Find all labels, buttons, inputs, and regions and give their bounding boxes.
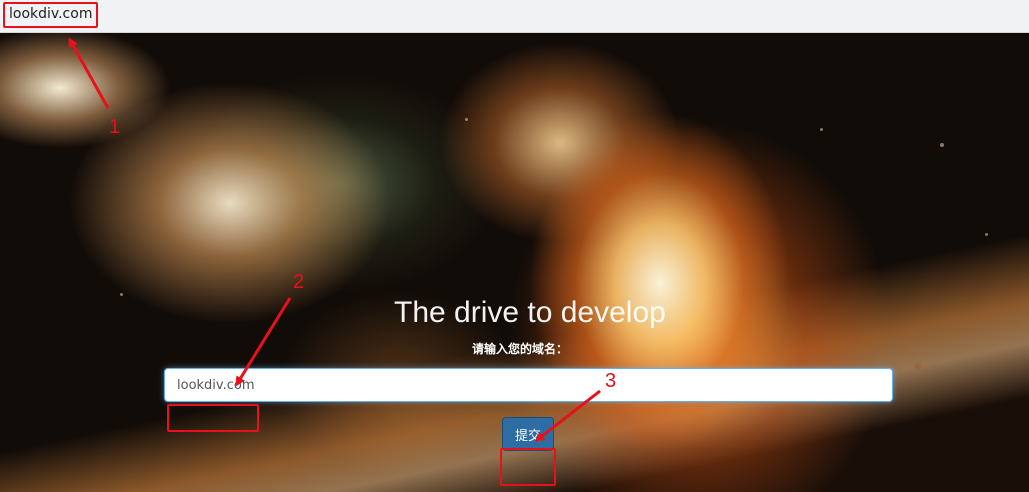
spark — [820, 128, 823, 131]
spark — [940, 143, 944, 147]
spark — [120, 293, 123, 296]
browser-address-bar[interactable]: lookdiv.com — [0, 0, 1029, 33]
annotation-number-2: 2 — [293, 271, 305, 293]
address-text[interactable]: lookdiv.com — [9, 6, 92, 22]
annotation-number-1: 1 — [109, 116, 121, 138]
spark — [985, 233, 988, 236]
domain-input-label: 请输入您的域名： — [472, 342, 569, 356]
domain-input[interactable] — [164, 368, 893, 402]
submit-button[interactable]: 提交 — [502, 417, 554, 451]
spark — [465, 118, 468, 121]
hero-headline: The drive to develop — [394, 296, 666, 329]
annotation-number-3: 3 — [605, 370, 617, 392]
spark — [915, 363, 921, 369]
